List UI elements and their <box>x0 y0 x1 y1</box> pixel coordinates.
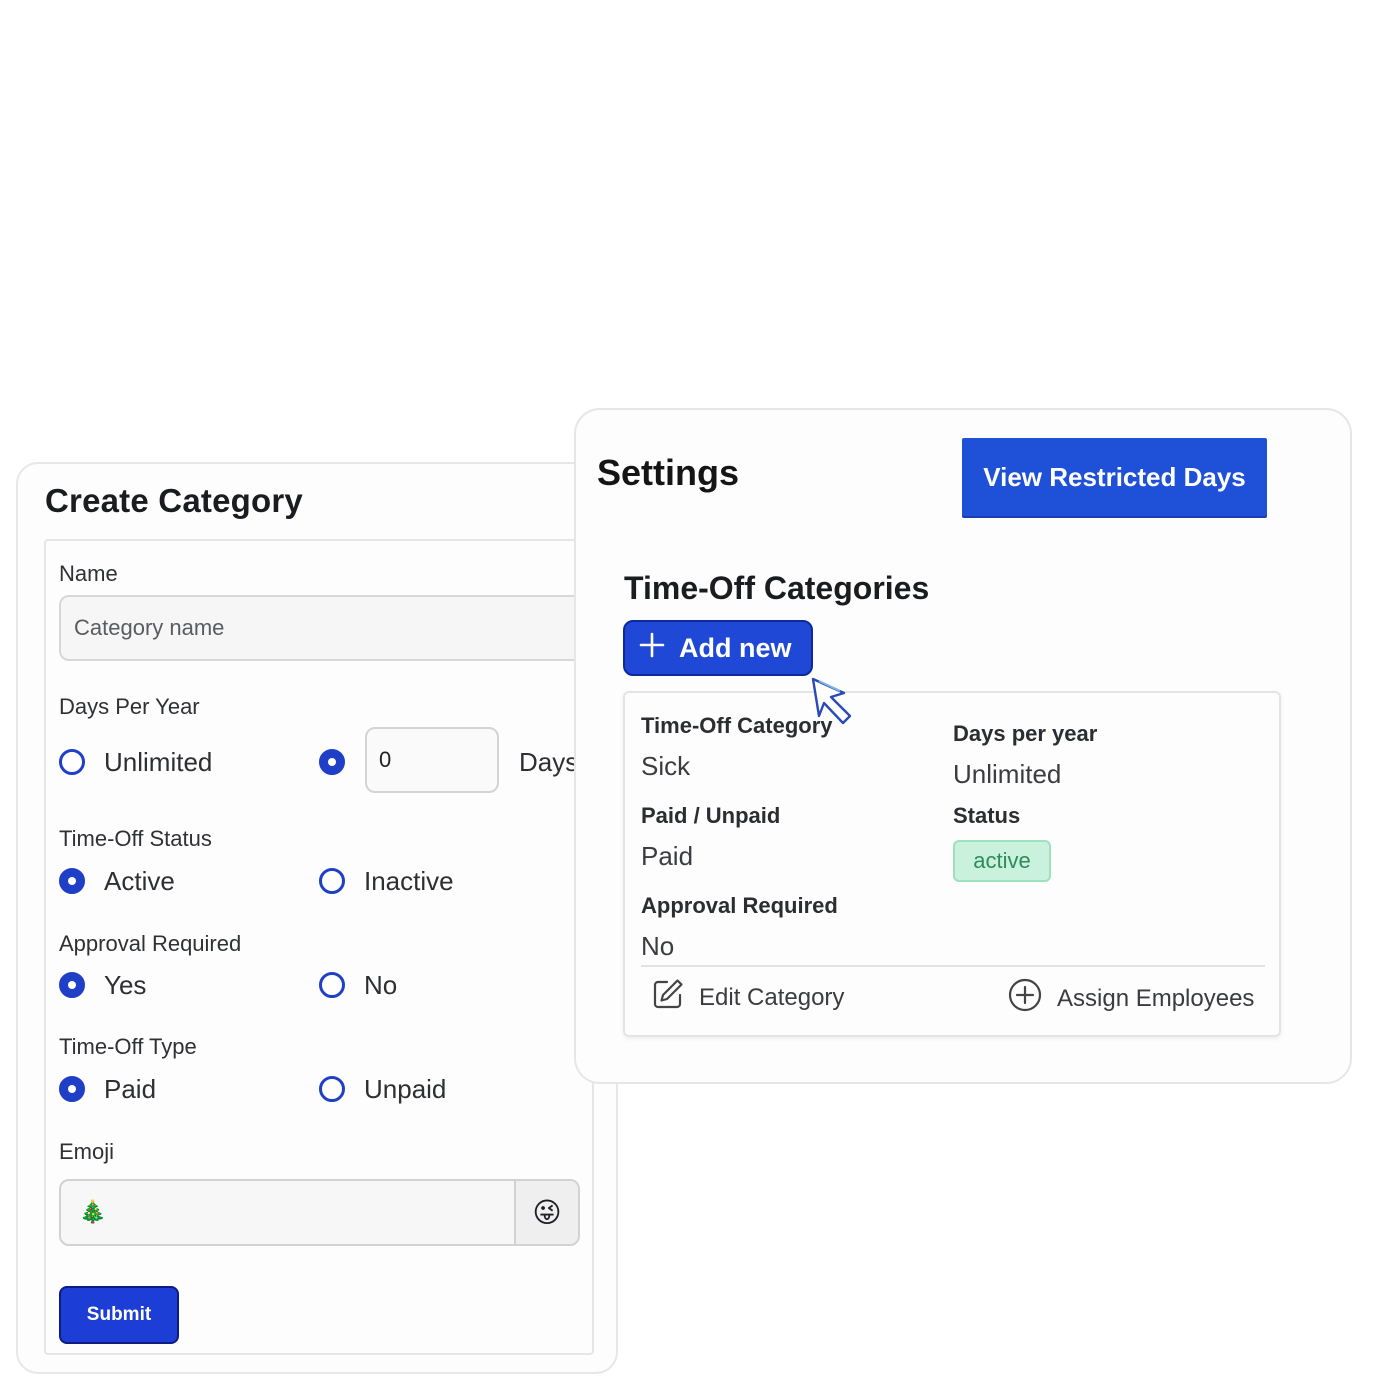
settings-card: Settings View Restricted Days Time-Off C… <box>574 408 1352 1084</box>
status-field-label: Status <box>953 803 1021 828</box>
radio-paid-label: Paid <box>104 1074 157 1104</box>
settings-title: Settings <box>597 452 740 493</box>
create-category-title: Create Category <box>45 482 303 519</box>
category-field-value: Sick <box>641 751 691 781</box>
days-per-year-field-value: Unlimited <box>953 759 1062 789</box>
days-number-value: 0 <box>379 747 392 772</box>
radio-unpaid-label: Unpaid <box>364 1074 447 1104</box>
view-restricted-days-button[interactable]: View Restricted Days <box>962 438 1267 516</box>
create-category-form: Name Category name Days Per Year Unlimit… <box>44 539 599 1355</box>
emoji-label: Emoji <box>59 1139 115 1164</box>
category-field-label: Time-Off Category <box>641 713 833 738</box>
edit-icon <box>651 977 685 1018</box>
radio-inactive-label: Inactive <box>364 866 454 896</box>
days-number-input[interactable]: 0 <box>365 727 499 793</box>
days-per-year-label: Days Per Year <box>59 694 200 719</box>
radio-yes-label: Yes <box>104 970 147 1000</box>
radio-unpaid[interactable] <box>319 1076 345 1102</box>
days-per-year-field-label: Days per year <box>953 721 1098 746</box>
edit-category-button[interactable]: Edit Category <box>651 977 844 1018</box>
plus-icon <box>639 632 665 665</box>
card-divider <box>641 965 1265 967</box>
create-category-card: Create Category Name Category name Days … <box>16 462 618 1374</box>
submit-button[interactable]: Submit <box>59 1286 179 1344</box>
assign-employees-button[interactable]: Assign Employees <box>1007 977 1254 1020</box>
radio-yes[interactable] <box>59 972 85 998</box>
radio-no-label: No <box>364 970 398 1000</box>
plus-circle-icon <box>1007 977 1043 1020</box>
time-off-status-label: Time-Off Status <box>59 826 212 851</box>
assign-employees-label: Assign Employees <box>1057 984 1255 1012</box>
approval-field-value: No <box>641 931 675 961</box>
radio-paid[interactable] <box>59 1076 85 1102</box>
radio-inactive[interactable] <box>319 868 345 894</box>
emoji-picker-button[interactable]: 😜 <box>514 1181 578 1244</box>
paid-unpaid-field-value: Paid <box>641 841 694 871</box>
approval-required-label: Approval Required <box>59 931 242 956</box>
radio-active-label: Active <box>104 866 175 896</box>
radio-active[interactable] <box>59 868 85 894</box>
name-placeholder: Category name <box>74 615 225 640</box>
time-off-type-label: Time-Off Type <box>59 1034 197 1059</box>
name-label: Name <box>59 561 118 586</box>
time-off-categories-title: Time-Off Categories <box>624 570 930 606</box>
add-new-label: Add new <box>679 632 792 663</box>
radio-unlimited-label: Unlimited <box>104 747 213 777</box>
cursor-pointer-icon <box>810 676 870 732</box>
add-new-button[interactable]: Add new <box>623 620 813 676</box>
emoji-input[interactable]: 🎄 😜 <box>59 1179 580 1246</box>
name-input[interactable]: Category name <box>59 595 599 661</box>
days-unit-label: Days <box>519 747 579 777</box>
paid-unpaid-field-label: Paid / Unpaid <box>641 803 781 828</box>
category-card: Time-Off Category Sick Days per year Unl… <box>623 691 1281 1037</box>
edit-category-label: Edit Category <box>699 983 845 1011</box>
radio-unlimited[interactable] <box>59 749 85 775</box>
radio-no[interactable] <box>319 972 345 998</box>
radio-custom-days[interactable] <box>319 749 345 775</box>
approval-field-label: Approval Required <box>641 893 838 918</box>
status-badge: active <box>953 840 1051 882</box>
emoji-value: 🎄 <box>79 1199 107 1224</box>
emoji-picker-icon: 😜 <box>532 1197 562 1228</box>
